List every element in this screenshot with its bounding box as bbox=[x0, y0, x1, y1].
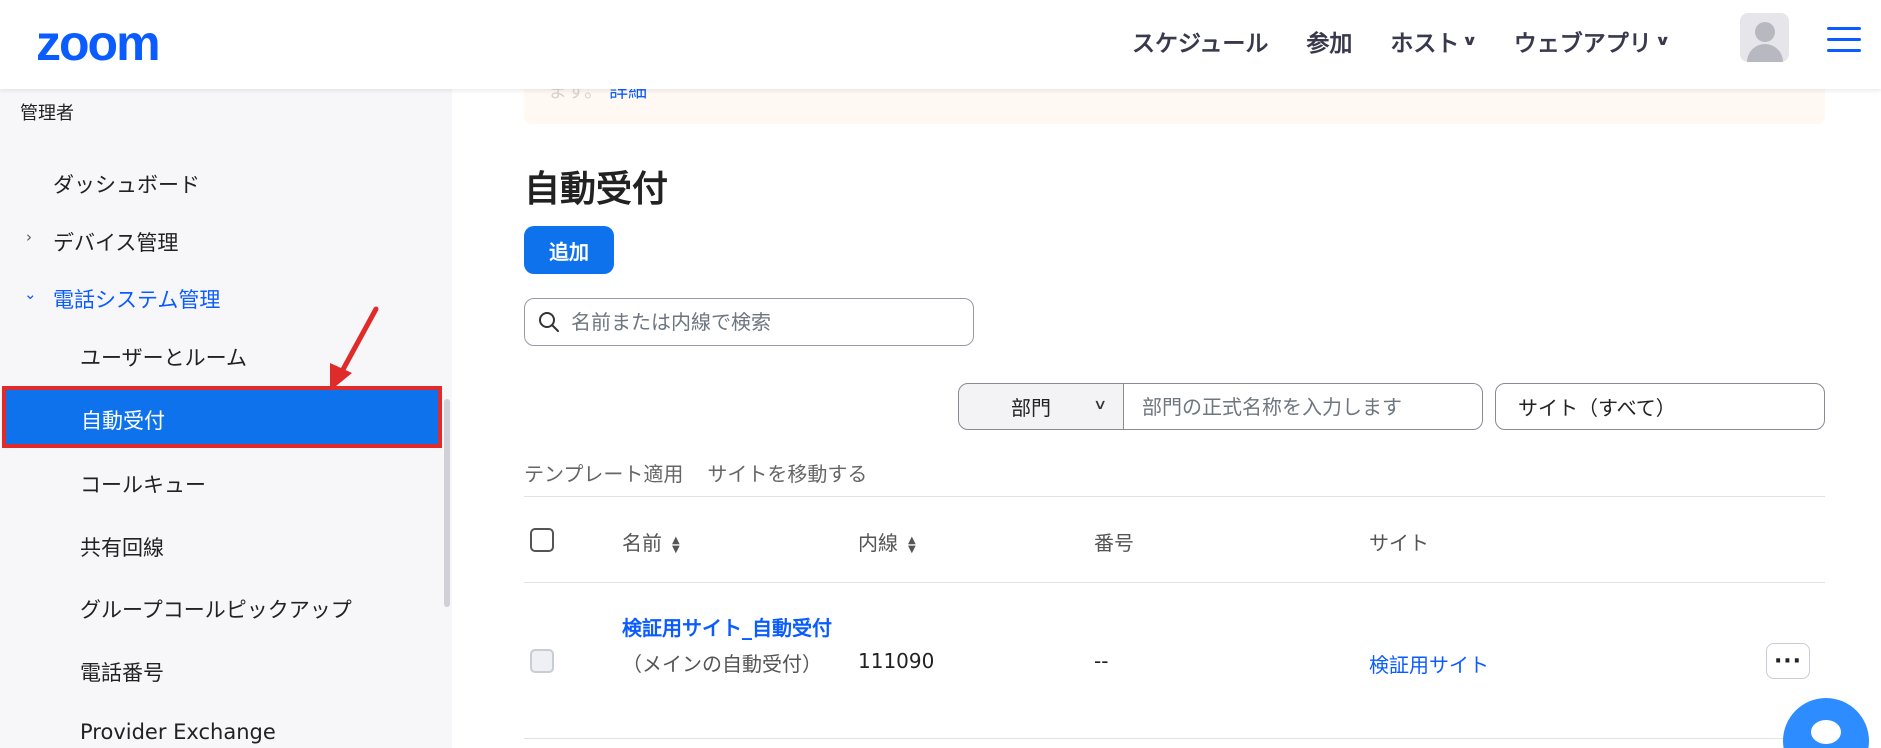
row-checkbox[interactable] bbox=[530, 649, 554, 673]
sidebar-item-phone-system[interactable]: 電話システム管理 bbox=[53, 284, 220, 314]
sidebar-item-users-rooms[interactable]: ユーザーとルーム bbox=[80, 342, 247, 372]
nav-join[interactable]: 参加 bbox=[1306, 24, 1352, 58]
top-nav: スケジュール 参加 ホスト ∨ ウェブアプリ ∨ bbox=[1132, 24, 1706, 58]
red-arrow-annotation bbox=[330, 306, 379, 391]
menu-icon[interactable] bbox=[1827, 27, 1861, 52]
sidebar-item-device-management[interactable]: デバイス管理 bbox=[53, 227, 178, 257]
sort-icon: ▲ ▼ bbox=[672, 534, 680, 555]
row-number: -- bbox=[1094, 649, 1109, 673]
more-options-button[interactable]: ··· bbox=[1766, 643, 1810, 679]
chevron-down-icon: ∨ bbox=[1462, 33, 1479, 49]
divider bbox=[524, 496, 1825, 497]
sidebar-item-group-call-pickup[interactable]: グループコールピックアップ bbox=[80, 594, 352, 624]
top-header: zoom スケジュール 参加 ホスト ∨ ウェブアプリ ∨ bbox=[0, 0, 1881, 89]
sidebar-item-auto-receptionist[interactable]: 自動受付 bbox=[2, 386, 442, 448]
department-select[interactable]: 部門 ∨ bbox=[958, 383, 1124, 430]
divider bbox=[524, 582, 1825, 583]
search-field[interactable] bbox=[524, 298, 974, 346]
divider bbox=[524, 738, 1825, 739]
search-icon bbox=[539, 312, 559, 332]
select-all-checkbox[interactable] bbox=[530, 528, 554, 552]
chat-support-button[interactable] bbox=[1783, 698, 1869, 748]
row-extension: 111090 bbox=[858, 649, 935, 673]
column-header-site: サイト bbox=[1369, 531, 1429, 555]
sidebar-scrollbar[interactable] bbox=[444, 399, 450, 607]
avatar[interactable] bbox=[1740, 13, 1789, 62]
sidebar-item-provider-exchange[interactable]: Provider Exchange bbox=[80, 720, 276, 744]
bulk-actions: テンプレート適用 サイトを移動する bbox=[524, 458, 867, 487]
department-field[interactable] bbox=[1124, 383, 1483, 430]
sidebar-item-dashboard[interactable]: ダッシュボード bbox=[53, 169, 200, 199]
zoom-logo[interactable]: zoom bbox=[36, 18, 161, 68]
chevron-down-icon[interactable]: ⌄ bbox=[24, 285, 37, 303]
sidebar-item-shared-lines[interactable]: 共有回線 bbox=[80, 532, 164, 562]
column-header-name[interactable]: 名前 ▲ ▼ bbox=[622, 527, 680, 556]
nav-host[interactable]: ホスト ∨ bbox=[1390, 24, 1479, 58]
row-site-link[interactable]: 検証用サイト bbox=[1369, 649, 1489, 678]
nav-web-app[interactable]: ウェブアプリ ∨ bbox=[1514, 24, 1671, 58]
sidebar: 管理者 ダッシュボード › デバイス管理 ⌄ 電話システム管理 ユーザーとルーム… bbox=[0, 89, 452, 748]
chevron-down-icon: ∨ bbox=[1654, 33, 1671, 49]
search-input[interactable] bbox=[571, 310, 951, 334]
sidebar-item-call-queue[interactable]: コールキュー bbox=[80, 469, 206, 499]
add-button[interactable]: 追加 bbox=[524, 226, 614, 274]
apply-template-action[interactable]: テンプレート適用 bbox=[524, 458, 683, 487]
move-site-action[interactable]: サイトを移動する bbox=[707, 458, 867, 487]
page-title: 自動受付 bbox=[524, 169, 669, 210]
column-header-extension[interactable]: 内線 ▲ ▼ bbox=[858, 527, 916, 556]
sort-icon: ▲ ▼ bbox=[908, 534, 916, 555]
nav-schedule[interactable]: スケジュール bbox=[1132, 24, 1268, 58]
auto-receptionist-link[interactable]: 検証用サイト_自動受付 bbox=[622, 616, 832, 640]
chevron-right-icon[interactable]: › bbox=[26, 228, 32, 246]
chevron-down-icon: ∨ bbox=[1092, 397, 1108, 413]
main-receptionist-note: （メインの自動受付） bbox=[622, 652, 822, 676]
column-header-number: 番号 bbox=[1094, 531, 1134, 555]
site-select[interactable]: サイト（すべて） bbox=[1495, 383, 1825, 430]
table-row-name: 検証用サイト_自動受付 （メインの自動受付） bbox=[622, 610, 837, 682]
chat-icon bbox=[1811, 720, 1841, 744]
sidebar-item-phone-numbers[interactable]: 電話番号 bbox=[80, 657, 164, 687]
sidebar-section-admin: 管理者 bbox=[20, 103, 74, 124]
sidebar-item-label: 自動受付 bbox=[81, 409, 165, 433]
department-input[interactable] bbox=[1142, 394, 1462, 419]
